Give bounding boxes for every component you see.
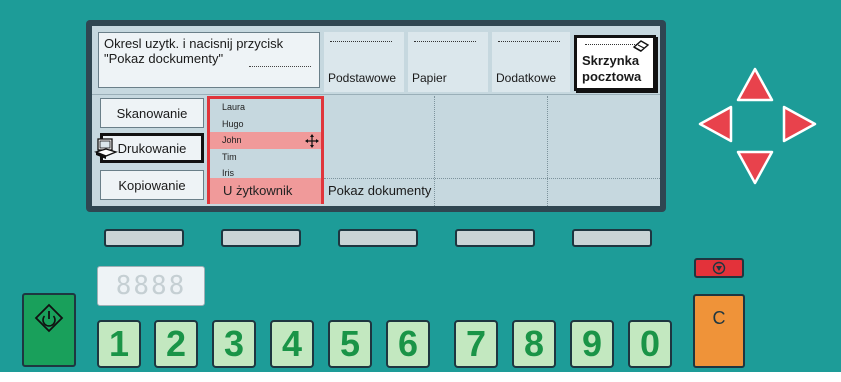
tab-skrzynka-pocztowa[interactable]: Skrzynka pocztowa — [574, 35, 656, 91]
tab-dots — [498, 41, 560, 42]
mode-label: Drukowanie — [117, 140, 187, 156]
key-5[interactable]: 5 — [328, 320, 372, 368]
tab-dots — [414, 41, 476, 42]
start-icon — [34, 303, 64, 333]
copy-counter-display: 8888 — [97, 266, 205, 306]
tab-label: Podstawowe — [328, 71, 397, 85]
soft-key-2[interactable] — [221, 229, 301, 247]
tab-dodatkowe[interactable]: Dodatkowe — [492, 32, 570, 92]
user-list-footer[interactable]: U żytkownik — [210, 178, 321, 204]
grid-divider — [324, 178, 660, 179]
clear-button[interactable]: C — [693, 294, 745, 368]
user-list-item[interactable]: Laura — [210, 99, 321, 116]
lcd-divider — [92, 94, 660, 95]
stop-icon — [712, 261, 726, 275]
mode-skanowanie-button[interactable]: Skanowanie — [100, 98, 204, 128]
user-list-item-selected[interactable]: John — [210, 132, 321, 149]
show-documents-button[interactable]: Pokaz dokumenty — [328, 183, 431, 198]
mode-kopiowanie-button[interactable]: Kopiowanie — [100, 170, 204, 200]
key-9[interactable]: 9 — [570, 320, 614, 368]
mailbox-icon — [632, 40, 650, 52]
tab-label: Dodatkowe — [496, 71, 557, 85]
tab-label: Skrzynka pocztowa — [582, 53, 642, 84]
stop-button[interactable] — [694, 258, 744, 278]
arrow-right-icon[interactable] — [778, 104, 818, 144]
key-7[interactable]: 7 — [454, 320, 498, 368]
move-cursor-icon — [305, 134, 319, 148]
key-6[interactable]: 6 — [386, 320, 430, 368]
tab-dots — [585, 44, 637, 45]
tab-label: Papier — [412, 71, 447, 85]
key-3[interactable]: 3 — [212, 320, 256, 368]
grid-divider — [547, 96, 548, 206]
start-button[interactable] — [22, 293, 76, 367]
soft-key-5[interactable] — [572, 229, 652, 247]
tab-papier[interactable]: Papier — [408, 32, 488, 92]
mode-label: Skanowanie — [116, 105, 188, 121]
instruction-line-1: Okresl uzytk. i nacisnij przycisk — [104, 36, 284, 51]
printer-icon — [94, 138, 118, 159]
grid-divider — [434, 96, 435, 206]
panel-bottom-edge — [0, 372, 841, 382]
user-name: John — [222, 135, 242, 145]
key-1[interactable]: 1 — [97, 320, 141, 368]
soft-key-3[interactable] — [338, 229, 418, 247]
soft-key-1[interactable] — [104, 229, 184, 247]
key-8[interactable]: 8 — [512, 320, 556, 368]
user-list[interactable]: Laura Hugo John Tim Iris U żytkownik — [207, 96, 324, 204]
key-4[interactable]: 4 — [270, 320, 314, 368]
arrow-up-icon[interactable] — [735, 66, 775, 106]
tab-podstawowe[interactable]: Podstawowe — [324, 32, 404, 92]
mode-label: Kopiowanie — [118, 177, 186, 193]
key-0[interactable]: 0 — [628, 320, 672, 368]
arrow-down-icon[interactable] — [735, 146, 775, 186]
user-list-item[interactable]: Tim — [210, 149, 321, 166]
instruction-message: Okresl uzytk. i nacisnij przycisk "Pokaz… — [98, 32, 320, 88]
soft-key-4[interactable] — [455, 229, 535, 247]
key-2[interactable]: 2 — [154, 320, 198, 368]
instruction-line-2: "Pokaz dockumenty" — [104, 51, 224, 66]
tab-dots — [330, 41, 392, 42]
user-list-item[interactable]: Hugo — [210, 116, 321, 133]
clear-label: C — [712, 308, 726, 328]
instruction-dots — [249, 66, 311, 67]
arrow-left-icon[interactable] — [697, 104, 737, 144]
